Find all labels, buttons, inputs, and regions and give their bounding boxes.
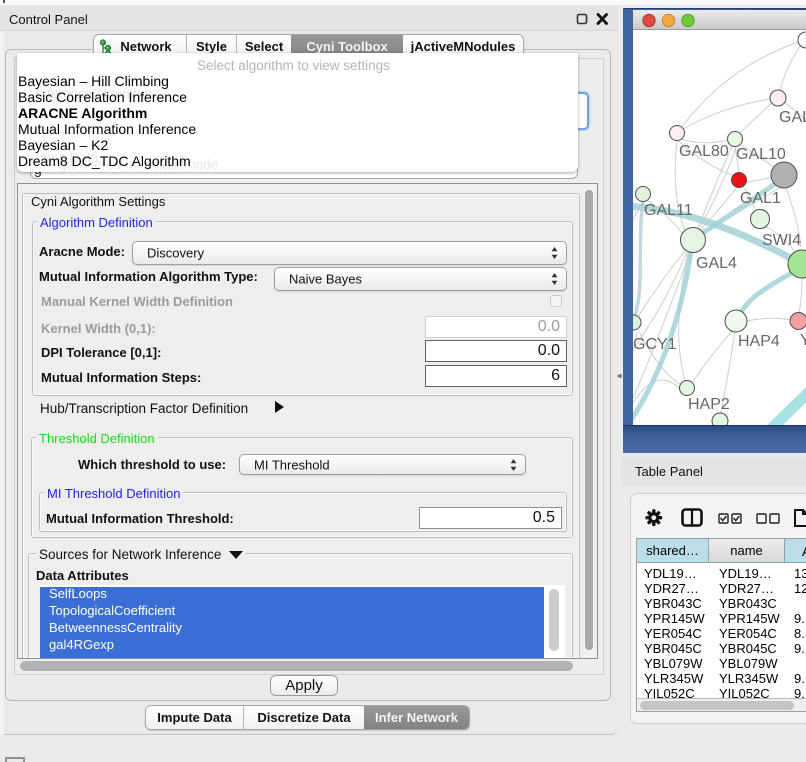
svg-text:GCY1: GCY1 [633, 336, 677, 353]
svg-text:SWI4: SWI4 [762, 232, 801, 249]
svg-text:GAL4: GAL4 [696, 255, 737, 272]
svg-text:HAP4: HAP4 [738, 333, 780, 350]
svg-text:GAL11: GAL11 [644, 202, 693, 219]
svg-text:GAL1: GAL1 [740, 190, 781, 207]
svg-text:GAL10: GAL10 [736, 146, 786, 163]
svg-text:Y: Y [800, 332, 806, 349]
svg-text:GAL: GAL [779, 109, 806, 126]
svg-text:GAL80: GAL80 [679, 143, 729, 160]
svg-text:HAP2: HAP2 [688, 396, 730, 413]
